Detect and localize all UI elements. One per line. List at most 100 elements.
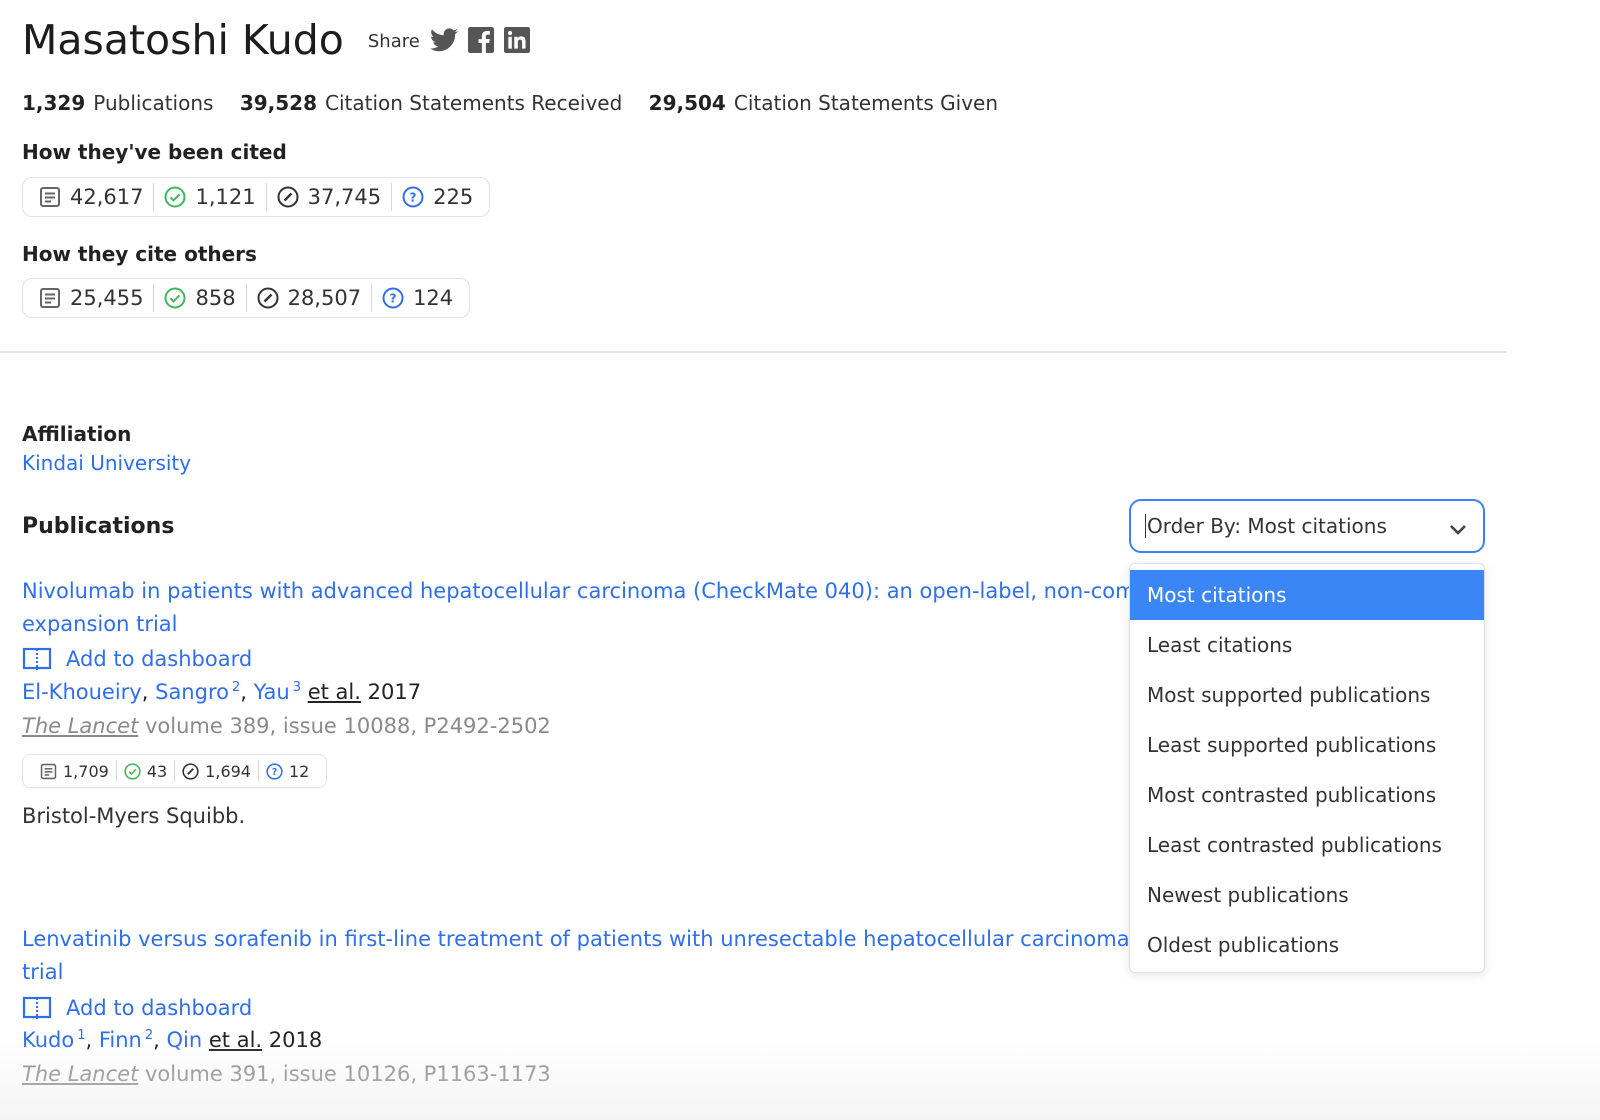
- section-divider: [0, 351, 1506, 353]
- add-to-dashboard-label: Add to dashboard: [66, 647, 253, 671]
- facebook-icon[interactable]: [467, 27, 494, 53]
- svg-text:?: ?: [390, 292, 397, 306]
- contrasting-question-icon: ?: [266, 762, 283, 780]
- order-by-menu: Most citations Least citations Most supp…: [1129, 563, 1485, 973]
- contrasting-question-icon: ?: [382, 287, 404, 309]
- menu-option-oldest[interactable]: Oldest publications: [1130, 920, 1484, 970]
- tally-contrasting[interactable]: ? 225: [392, 183, 475, 211]
- tally-total[interactable]: 1,709: [33, 760, 116, 782]
- cites-others-title: How they cite others: [22, 242, 257, 266]
- author-link[interactable]: El-Khoueiry: [22, 680, 142, 704]
- linkedin-icon[interactable]: [503, 27, 530, 53]
- author-name: Yau: [253, 680, 290, 704]
- twitter-icon[interactable]: [429, 28, 458, 52]
- svg-text:?: ?: [410, 191, 417, 205]
- tally-supporting[interactable]: 1,121: [154, 183, 265, 211]
- given-count: 29,504: [648, 91, 726, 115]
- profile-header: Masatoshi Kudo Share: [22, 16, 530, 64]
- publication-authors: El-Khoueiry, Sangro 2, Yau 3 et al. 2017: [22, 680, 422, 704]
- journal-name-link[interactable]: The Lancet: [22, 1062, 138, 1086]
- add-to-dashboard-label: Add to dashboard: [66, 996, 253, 1020]
- supporting-count: 858: [195, 286, 236, 310]
- mentioning-slash-icon: [182, 762, 199, 780]
- mentioning-count: 1,694: [205, 761, 251, 781]
- author-link[interactable]: Finn 2: [99, 1028, 153, 1052]
- affiliation-link[interactable]: Kindai University: [22, 451, 191, 475]
- tally-contrasting[interactable]: ? 124: [372, 284, 455, 312]
- document-icon: [39, 287, 61, 309]
- menu-option-most-contrasted[interactable]: Most contrasted publications: [1130, 770, 1484, 820]
- menu-option-least-citations[interactable]: Least citations: [1130, 620, 1484, 670]
- author-name: Sangro: [155, 680, 229, 704]
- author-link[interactable]: Sangro 2: [155, 680, 240, 704]
- order-by-value: Order By: Most citations: [1145, 514, 1387, 538]
- publications-title: Publications: [22, 514, 175, 539]
- publications-count: 1,329: [22, 91, 86, 115]
- dashboard-book-icon: [22, 995, 52, 1021]
- tally-contrasting[interactable]: ? 12: [259, 760, 316, 782]
- dashboard-book-icon: [22, 646, 52, 672]
- author-link[interactable]: Yau 3: [254, 680, 301, 704]
- publication-title-line: trial: [22, 960, 64, 984]
- chevron-down-icon: [1449, 518, 1467, 542]
- tally-total[interactable]: 25,455: [37, 284, 153, 312]
- author-link[interactable]: Qin: [167, 1028, 203, 1052]
- total-count: 25,455: [70, 286, 144, 310]
- publication-funder: Bristol-Myers Squibb.: [22, 804, 246, 828]
- publication-journal: The Lancet volume 389, issue 10088, P249…: [22, 714, 551, 738]
- publications-label: Publications: [93, 91, 214, 115]
- journal-details: volume 389, issue 10088, P2492-2502: [138, 714, 551, 738]
- journal-name-link[interactable]: The Lancet: [22, 714, 138, 738]
- et-al-link[interactable]: et al.: [209, 1028, 262, 1052]
- journal-details: volume 391, issue 10126, P1163-1173: [138, 1062, 551, 1086]
- publication-title-line: expansion trial: [22, 612, 178, 636]
- received-label: Citation Statements Received: [325, 91, 623, 115]
- publication-title-line: Nivolumab in patients with advanced hepa…: [22, 579, 1132, 603]
- publication-authors: Kudo 1, Finn 2, Qin et al. 2018: [22, 1028, 323, 1052]
- mentioning-count: 37,745: [307, 185, 382, 209]
- affiliation-title: Affiliation: [22, 422, 132, 446]
- author-link[interactable]: Kudo 1: [22, 1028, 86, 1052]
- add-to-dashboard-button[interactable]: Add to dashboard: [22, 646, 252, 672]
- author-index: 2: [231, 680, 241, 695]
- order-by-select[interactable]: Order By: Most citations: [1129, 499, 1485, 553]
- contrasting-count: 12: [288, 761, 310, 781]
- tally-mentioning[interactable]: 1,694: [175, 760, 258, 782]
- author-name: Masatoshi Kudo: [22, 16, 344, 64]
- et-al-link[interactable]: et al.: [308, 680, 361, 704]
- document-icon: [39, 186, 61, 208]
- menu-option-least-supported[interactable]: Least supported publications: [1130, 720, 1484, 770]
- cited-by-tally[interactable]: 42,617 1,121 37,745 ? 225: [22, 177, 491, 217]
- received-count: 39,528: [239, 91, 317, 115]
- publication-tally[interactable]: 1,709 43 1,694 ? 12: [22, 754, 328, 788]
- mentioning-count: 28,507: [287, 286, 362, 310]
- total-count: 1,709: [63, 761, 109, 781]
- menu-option-most-citations[interactable]: Most citations: [1130, 570, 1484, 620]
- supporting-count: 1,121: [195, 185, 256, 209]
- contrasting-question-icon: ?: [402, 186, 424, 208]
- cites-others-tally[interactable]: 25,455 858 28,507 ? 124: [22, 278, 471, 318]
- add-to-dashboard-button[interactable]: Add to dashboard: [22, 995, 252, 1021]
- contrasting-count: 225: [433, 185, 474, 209]
- supporting-check-icon: [164, 186, 186, 208]
- mentioning-slash-icon: [277, 186, 299, 208]
- supporting-count: 43: [146, 761, 168, 781]
- tally-supporting[interactable]: 858: [154, 284, 245, 312]
- tally-mentioning[interactable]: 28,507: [247, 284, 371, 312]
- tally-total[interactable]: 42,617: [37, 183, 153, 211]
- publication-title-line: Lenvatinib versus sorafenib in first-lin…: [22, 927, 1132, 951]
- mentioning-slash-icon: [257, 287, 279, 309]
- menu-option-least-contrasted[interactable]: Least contrasted publications: [1130, 820, 1484, 870]
- publication-year: 2018: [268, 1028, 323, 1052]
- menu-option-most-supported[interactable]: Most supported publications: [1130, 670, 1484, 720]
- given-label: Citation Statements Given: [733, 91, 999, 115]
- cited-by-title: How they've been cited: [22, 140, 287, 164]
- tally-mentioning[interactable]: 37,745: [267, 183, 391, 211]
- author-name: Finn: [98, 1028, 142, 1052]
- author-name: Kudo: [22, 1028, 75, 1052]
- total-count: 42,617: [70, 185, 144, 209]
- menu-option-newest[interactable]: Newest publications: [1130, 870, 1484, 920]
- tally-supporting[interactable]: 43: [117, 760, 174, 782]
- publication-title-link[interactable]: Nivolumab in patients with advanced hepa…: [22, 575, 1132, 641]
- publication-title-link[interactable]: Lenvatinib versus sorafenib in first-lin…: [22, 923, 1132, 989]
